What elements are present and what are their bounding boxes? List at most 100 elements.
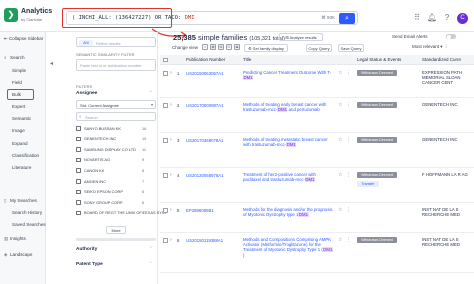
table-row[interactable]: › 3 US20170368078A1 Methods of treating met… — [160, 133, 474, 168]
assignee-filter-row[interactable]: SAMSUNG DISPLAY CO LTD 11 — [76, 146, 156, 153]
title-link[interactable]: Methods of treating early breast cancer … — [243, 102, 335, 113]
expand-row-icon[interactable]: › — [170, 237, 172, 243]
expand-row-icon[interactable]: › — [170, 70, 172, 76]
more-options-icon[interactable]: ⋮ — [346, 70, 351, 76]
sidebar-item-image[interactable]: Image — [12, 128, 25, 133]
ani-tag[interactable]: ANI — [79, 39, 93, 46]
select-all-checkbox[interactable] — [163, 57, 168, 62]
sidebar-item-landscape[interactable]: ◈ Landscape — [4, 252, 32, 258]
collapse-sidebar-button[interactable]: ⇤ Collapse Sidebar — [4, 36, 43, 42]
publication-number-link[interactable]: US20150063057A1 — [186, 71, 224, 76]
row-checkbox[interactable] — [163, 238, 168, 243]
sidebar-item-field[interactable]: Field — [12, 80, 22, 85]
table-row[interactable]: › 5 EP2896085B1 Methods for the diagnosis a… — [160, 203, 474, 233]
assignee-checkbox[interactable] — [76, 126, 81, 131]
patent-type-section-header[interactable]: Patent Type ˇ — [76, 262, 152, 267]
assignee-checkbox[interactable] — [76, 200, 81, 205]
assignee-checkbox[interactable] — [76, 189, 81, 195]
assignee-checkbox[interactable] — [76, 168, 81, 173]
table-row[interactable]: › 4 US20120058978A1 Treatment of her2-posit… — [160, 168, 474, 203]
title-link[interactable]: Treatment of her2-positive cancer with p… — [243, 172, 335, 183]
assignee-filter-row[interactable]: CANON KK 8 — [76, 167, 156, 174]
publication-number-link[interactable]: US20150119388A1 — [186, 238, 223, 243]
column-legal-status[interactable]: Legal Status & Events — [357, 57, 401, 62]
app-logo[interactable]: ❯ Analytics by Clarivate — [4, 6, 64, 28]
table-row[interactable]: › 6 US20150119388A1 Methods and Composition… — [160, 233, 474, 273]
more-options-icon[interactable]: ⋮ — [346, 172, 351, 178]
column-title[interactable]: Title — [243, 57, 251, 62]
sidebar-item-classification[interactable]: Classification — [12, 153, 39, 158]
publication-number-link[interactable]: US20170368078A1 — [186, 138, 224, 143]
title-link[interactable]: Methods and Compositions Comprising AMPK… — [243, 237, 335, 258]
sidebar-item-insights[interactable]: ▥ Insights — [4, 236, 26, 242]
assignee-checkbox[interactable] — [76, 179, 81, 184]
publication-number-link[interactable]: US20120058978A1 — [186, 173, 224, 178]
more-options-icon[interactable]: ⋮ — [346, 237, 351, 243]
star-icon[interactable]: ☆ — [338, 172, 342, 178]
sort-select[interactable]: Most relevant ▾ ⋮ — [412, 44, 448, 50]
sidebar-item-search-history[interactable]: Search History — [12, 210, 42, 215]
star-icon[interactable]: ☆ — [338, 237, 342, 243]
assignee-checkbox[interactable] — [76, 147, 81, 152]
row-checkbox[interactable] — [163, 103, 168, 108]
refine-search-input[interactable]: ANI Refine results — [76, 37, 156, 47]
send-alerts-toggle[interactable] — [446, 34, 456, 39]
assignee-checkbox[interactable] — [76, 136, 81, 142]
sidebar-item-simple[interactable]: Simple — [12, 68, 26, 73]
save-query-button[interactable]: Save Query — [338, 44, 364, 52]
bell-icon[interactable]: 🔔︎ — [427, 13, 437, 23]
title-link[interactable]: Methods for the diagnosis and/or the pro… — [243, 207, 335, 218]
more-options-icon[interactable]: ⋮ — [346, 137, 351, 143]
title-link[interactable]: Predicting Cancer Treatment Outcome With… — [243, 70, 335, 81]
more-options-icon[interactable]: ⋮ — [444, 44, 449, 49]
assignee-search-input[interactable]: ⌕ Search — [76, 112, 156, 121]
help-icon[interactable]: ? — [442, 13, 452, 23]
view-list-icon[interactable]: ≡ — [202, 44, 208, 50]
star-icon[interactable]: ☆ — [338, 70, 342, 76]
avatar[interactable]: C — [457, 12, 468, 24]
assignee-filter-row[interactable]: SANYO BUSSAN KK 16 — [76, 125, 156, 132]
assignee-type-select[interactable]: Std. Current Assignee ▾ — [76, 100, 156, 109]
row-checkbox[interactable] — [163, 173, 168, 178]
horizontal-scrollbar[interactable] — [76, 238, 156, 241]
publication-number-link[interactable]: EP2896085B1 — [186, 208, 214, 213]
assignee-checkbox[interactable] — [76, 157, 81, 163]
more-button[interactable]: More — [106, 226, 126, 234]
assignee-filter-row[interactable]: AMGEN INC 7 — [76, 178, 156, 185]
assignee-filter-row[interactable]: SEIKO EPSON CORP 6 — [76, 189, 156, 196]
semantic-filter-input[interactable]: Paste text in or publication number — [76, 59, 156, 71]
grid-menu-icon[interactable]: ⠿ — [412, 13, 422, 23]
assignee-filter-row[interactable]: SONY GROUP CORP 6 — [76, 199, 156, 206]
analyze-results-button[interactable]: ⊞ Analyze results — [279, 33, 323, 41]
collapse-filter-icon[interactable]: ◂ — [50, 60, 68, 67]
assignee-filter-row[interactable]: BOARD OF REGT THE UNIV OF TEXAS SYST 6 — [76, 210, 167, 217]
search-button[interactable]: ⌕ — [339, 13, 355, 24]
more-options-icon[interactable]: ⋮ — [346, 207, 351, 213]
authority-section-header[interactable]: Authority ˇ — [76, 247, 152, 252]
assignee-filter-row[interactable]: GENENTECH INC 15 — [76, 136, 156, 143]
sidebar-item-semantic[interactable]: Semantic — [12, 116, 31, 121]
more-options-icon[interactable]: ⋮ — [346, 102, 351, 108]
column-assignee[interactable]: Standardized Curre — [422, 57, 461, 62]
star-icon[interactable]: ☆ — [338, 137, 342, 143]
sidebar-item-saved-searches[interactable]: Saved Searches — [12, 222, 46, 227]
sidebar-item-my-searches[interactable]: ▯ My Searches — [4, 198, 37, 204]
column-pub-number[interactable]: Publication Number — [186, 57, 225, 62]
row-checkbox[interactable] — [163, 71, 168, 76]
copy-query-button[interactable]: Copy Query — [306, 44, 332, 52]
sidebar-item-literature[interactable]: Literature — [12, 165, 31, 170]
row-checkbox[interactable] — [163, 138, 168, 143]
expand-row-icon[interactable]: › — [170, 137, 172, 143]
title-link[interactable]: Methods of treating metastatic breast ca… — [243, 137, 335, 148]
assignee-filter-row[interactable]: NOVARTIS AG 9 — [76, 157, 156, 164]
set-family-display-button[interactable]: ⚙ Set family display — [244, 44, 288, 52]
sidebar-item-expert[interactable]: Expert — [12, 104, 25, 109]
table-row[interactable]: › 1 US20150063057A1 Predicting Cancer Treat… — [160, 66, 474, 98]
row-checkbox[interactable] — [163, 208, 168, 213]
assignee-section-header[interactable]: Assignee ˆ — [76, 91, 152, 96]
sidebar-item-search[interactable]: ⌕ Search — [4, 55, 25, 60]
sidebar-item-expand[interactable]: Expand — [12, 141, 28, 146]
expand-row-icon[interactable]: › — [170, 172, 172, 178]
view-card-icon[interactable]: ▤ — [218, 44, 224, 50]
expand-row-icon[interactable]: › — [170, 102, 172, 108]
